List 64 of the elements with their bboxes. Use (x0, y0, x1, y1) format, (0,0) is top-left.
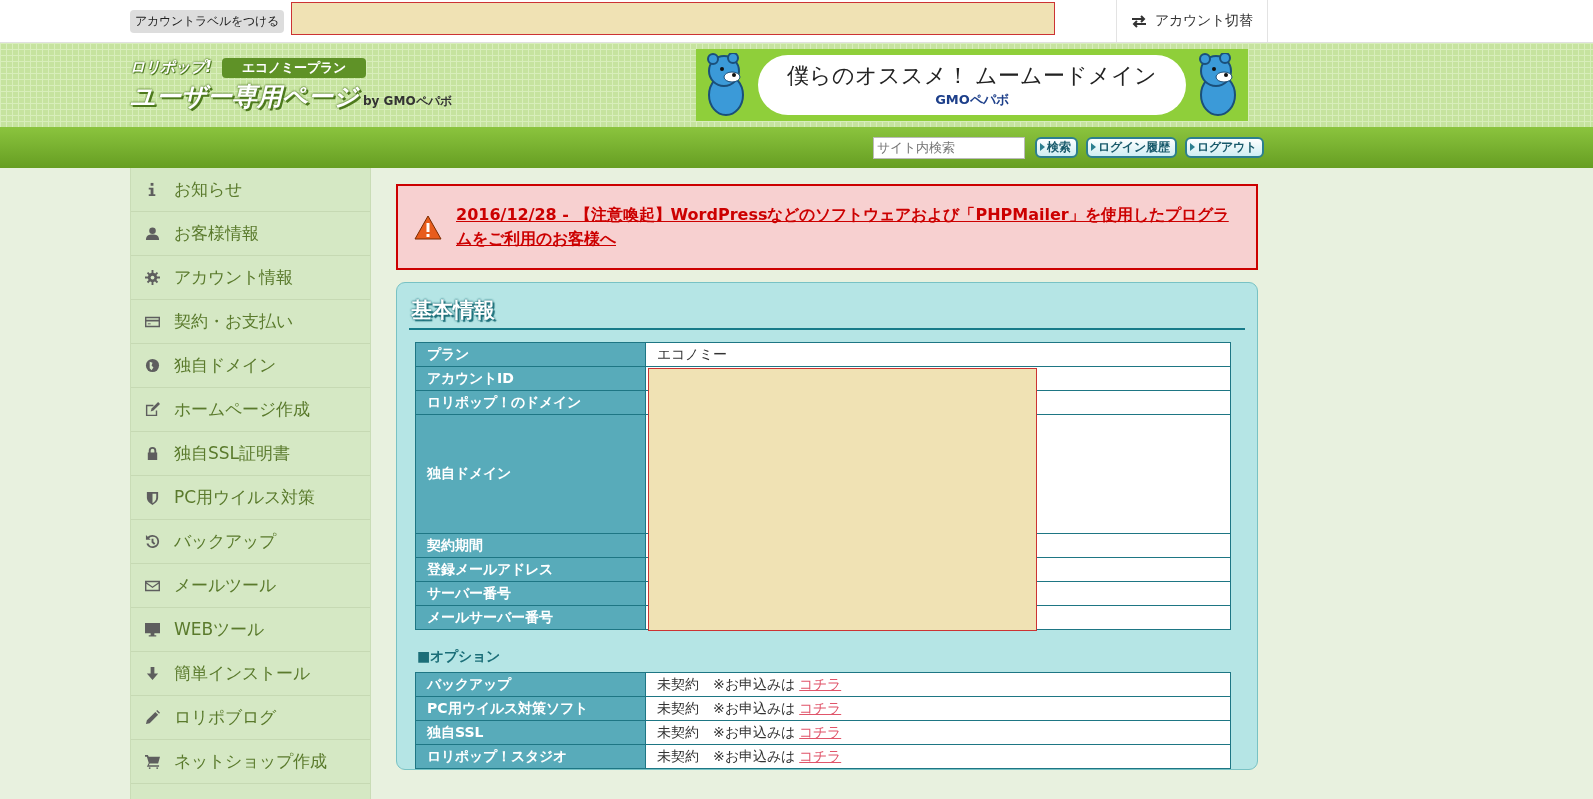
apply-link[interactable]: コチラ (799, 747, 842, 764)
search-button[interactable]: 検索 (1035, 137, 1078, 158)
sidebar-item[interactable]: お客様情報 (131, 212, 370, 256)
monitor-icon (145, 622, 160, 637)
row-label: 独自SSL (415, 720, 646, 745)
sidebar-item[interactable]: バックアップ (131, 520, 370, 564)
section-title: 基本情報 (411, 297, 495, 324)
sidebar-item[interactable]: 独自ドメイン (131, 344, 370, 388)
sidebar-item[interactable]: ロリポブログ (131, 696, 370, 740)
status-text: 未契約 ※お申込みは (657, 675, 796, 692)
row-label: PC用ウイルス対策ソフト (415, 696, 646, 721)
apply-link[interactable]: コチラ (799, 699, 842, 716)
row-label: 登録メールアドレス (415, 557, 646, 582)
table-cell: エコノミー (645, 342, 1231, 367)
login-history-button[interactable]: ログイン履歴 (1086, 137, 1177, 158)
status-text: 未契約 ※お申込みは (657, 747, 796, 764)
row-label: プラン (415, 342, 646, 367)
sidebar-item[interactable]: アカウント情報 (131, 256, 370, 300)
row-label: ロリポップ！のドメイン (415, 390, 646, 415)
sidebar-item[interactable]: ホームページ作成 (131, 388, 370, 432)
status-text: 未契約 ※お申込みは (657, 723, 796, 740)
swap-arrows-icon (1131, 14, 1147, 28)
row-label: メールサーバー番号 (415, 605, 646, 630)
download-icon (145, 666, 160, 681)
sidebar-item[interactable]: メールツール (131, 564, 370, 608)
plan-badge: エコノミープラン (221, 57, 366, 78)
cart-icon (145, 754, 160, 769)
warning-icon (414, 214, 442, 240)
lock-icon (145, 446, 160, 461)
row-label: サーバー番号 (415, 581, 646, 606)
banner-headline: 僕らのオススメ！ ムームードメイン (786, 62, 1158, 90)
advertisement-banner[interactable]: 僕らのオススメ！ ムームードメイン GMOペパボ (696, 49, 1248, 121)
apply-link[interactable]: コチラ (799, 723, 842, 740)
mail-icon (145, 578, 160, 593)
shield-icon (145, 490, 160, 505)
site-search-field[interactable]: サイト内検索 (873, 136, 1025, 159)
sidebar-item[interactable]: 契約・お支払い (131, 300, 370, 344)
pencil-icon (145, 710, 160, 725)
sidebar-item[interactable]: 簡単インストール (131, 652, 370, 696)
edit-icon (145, 402, 160, 417)
credit-card-icon (145, 314, 160, 329)
row-label: 独自ドメイン (415, 414, 646, 534)
sidebar-item[interactable]: 独自SSL証明書 (131, 432, 370, 476)
settings-icon (145, 270, 160, 285)
company-text: by GMOペパボ (363, 92, 452, 110)
row-label: ロリポップ！スタジオ (415, 744, 646, 769)
sidebar-item[interactable]: WEBツール (131, 608, 370, 652)
apply-link[interactable]: コチラ (799, 675, 842, 692)
subsection-heading: ■オプション (417, 648, 502, 666)
account-label-button[interactable]: アカウントラベルをつける (130, 9, 284, 33)
row-label: 契約期間 (415, 533, 646, 558)
banner-company: GMOペパボ (935, 91, 1009, 109)
row-label: アカウントID (415, 366, 646, 391)
person-icon (145, 226, 160, 241)
sidebar-item[interactable]: PC用ウイルス対策 (131, 476, 370, 520)
logout-button[interactable]: ログアウト (1185, 137, 1264, 158)
brand-logo-text: ロリポップ! (130, 58, 212, 77)
status-text: 未契約 ※お申込みは (657, 699, 796, 716)
row-label: バックアップ (415, 672, 646, 697)
account-switch-button[interactable]: アカウント切替 (1116, 0, 1268, 42)
sidebar-item[interactable]: お知らせ (131, 168, 370, 212)
history-icon (145, 534, 160, 549)
page-title: ユーザー専用ページ (130, 80, 359, 113)
sidebar-item[interactable]: ネットショップ作成 (131, 740, 370, 784)
